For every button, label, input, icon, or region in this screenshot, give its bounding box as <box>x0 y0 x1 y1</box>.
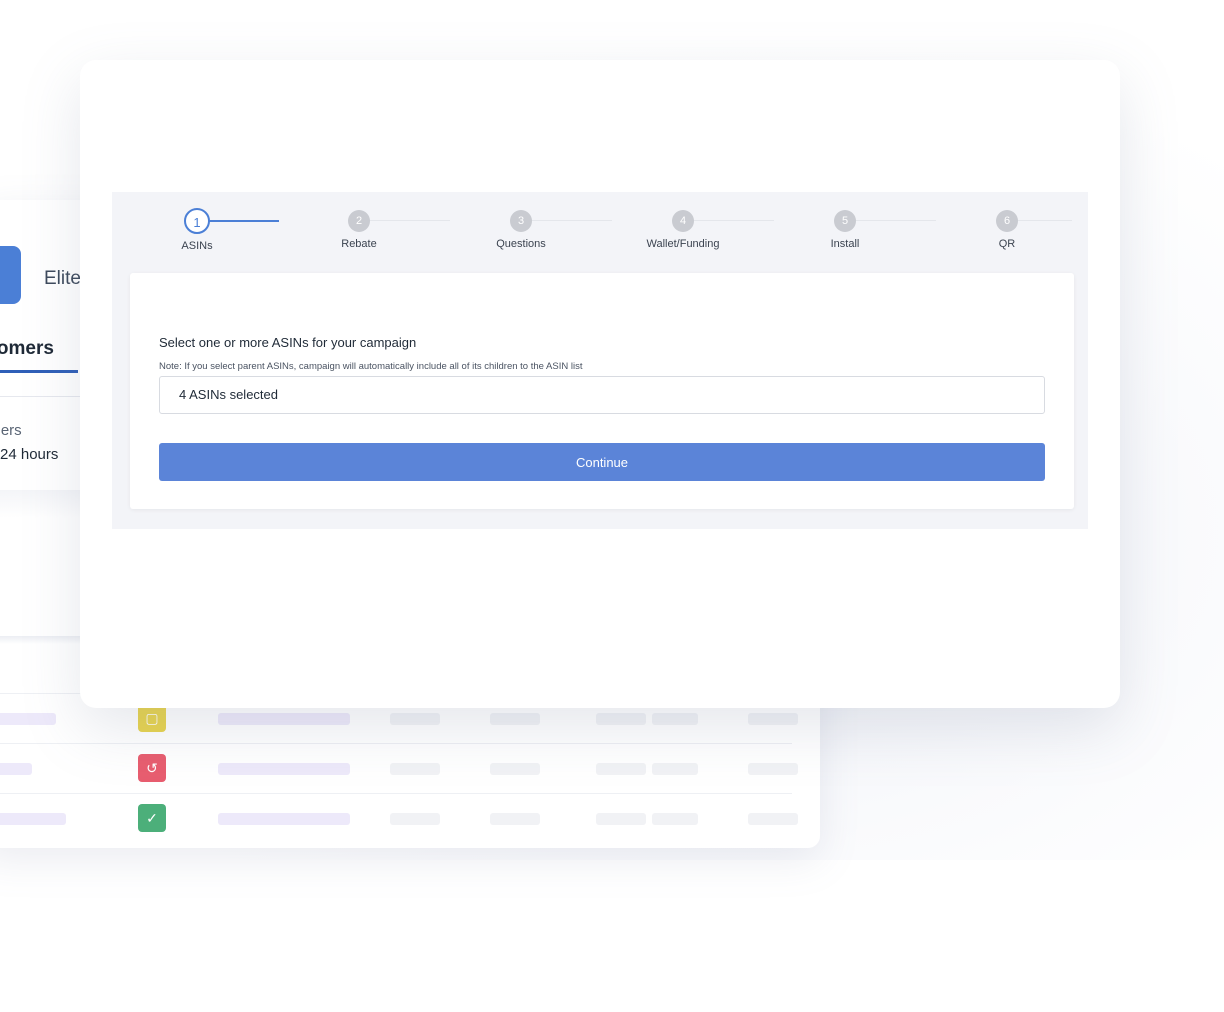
placeholder-bar <box>596 763 646 775</box>
placeholder-bar <box>490 813 540 825</box>
asin-select-note: Note: If you select parent ASINs, campai… <box>159 361 583 372</box>
placeholder-bar <box>390 713 440 725</box>
step-number: 3 <box>510 210 532 232</box>
heading-underline <box>0 370 78 373</box>
step-label: Wallet/Funding <box>646 238 720 250</box>
asin-select-label: Select one or more ASINs for your campai… <box>159 335 417 350</box>
placeholder-bar <box>390 763 440 775</box>
step-number: 2 <box>348 210 370 232</box>
step-qr[interactable]: 6 QR <box>957 210 1057 250</box>
active-tab-indicator[interactable] <box>0 246 21 304</box>
placeholder-bar <box>652 713 698 725</box>
placeholder-bar <box>0 713 56 725</box>
placeholder-bar <box>0 813 66 825</box>
placeholder-bar <box>652 813 698 825</box>
asin-multiselect[interactable]: 4 ASINs selected <box>159 376 1045 414</box>
placeholder-bar <box>748 813 798 825</box>
user-check-icon[interactable]: ✓ <box>138 804 166 832</box>
undo-icon[interactable]: ↺ <box>138 754 166 782</box>
step-label: Questions <box>496 238 546 250</box>
step-label: QR <box>998 238 1016 250</box>
placeholder-bar <box>748 713 798 725</box>
message-icon[interactable]: ▢ <box>138 704 166 732</box>
step-label: Install <box>830 238 860 250</box>
stat-card-shadow <box>0 490 80 518</box>
placeholder-bar <box>490 763 540 775</box>
continue-button[interactable]: Continue <box>159 443 1045 481</box>
table-row[interactable]: ↺ <box>0 743 798 794</box>
stepper-panel: 1 ASINs 2 Rebate 3 Questions 4 Wallet/Fu… <box>112 192 1088 529</box>
step-number: 6 <box>996 210 1018 232</box>
placeholder-bar <box>218 763 350 775</box>
step-asins[interactable]: 1 ASINs <box>147 208 247 252</box>
placeholder-bar <box>218 813 350 825</box>
email-link[interactable]: om <box>0 584 1 601</box>
step-label: ASINs <box>181 240 213 252</box>
table-row[interactable]: ✓ <box>0 793 798 844</box>
step-number: 4 <box>672 210 694 232</box>
step-number: 1 <box>184 208 210 234</box>
step-wallet-funding[interactable]: 4 Wallet/Funding <box>633 210 733 250</box>
placeholder-bar <box>0 763 32 775</box>
asin-selection-card: Select one or more ASINs for your campai… <box>130 273 1074 509</box>
step-label: Rebate <box>341 238 377 250</box>
step-rebate[interactable]: 2 Rebate <box>309 210 409 250</box>
step-questions[interactable]: 3 Questions <box>471 210 571 250</box>
placeholder-bar <box>652 763 698 775</box>
customers-heading: stomers <box>0 338 54 359</box>
placeholder-bar <box>218 713 350 725</box>
placeholder-bar <box>390 813 440 825</box>
tab-elite[interactable]: Elite <box>44 268 81 290</box>
placeholder-bar <box>748 763 798 775</box>
step-install[interactable]: 5 Install <box>795 210 895 250</box>
customers-stat-label: omers <box>0 422 22 439</box>
customers-stat-period: 24 hours <box>0 446 59 463</box>
placeholder-bar <box>596 713 646 725</box>
step-number: 5 <box>834 210 856 232</box>
placeholder-bar <box>596 813 646 825</box>
campaign-setup-modal: 1 ASINs 2 Rebate 3 Questions 4 Wallet/Fu… <box>80 60 1120 708</box>
placeholder-bar <box>490 713 540 725</box>
